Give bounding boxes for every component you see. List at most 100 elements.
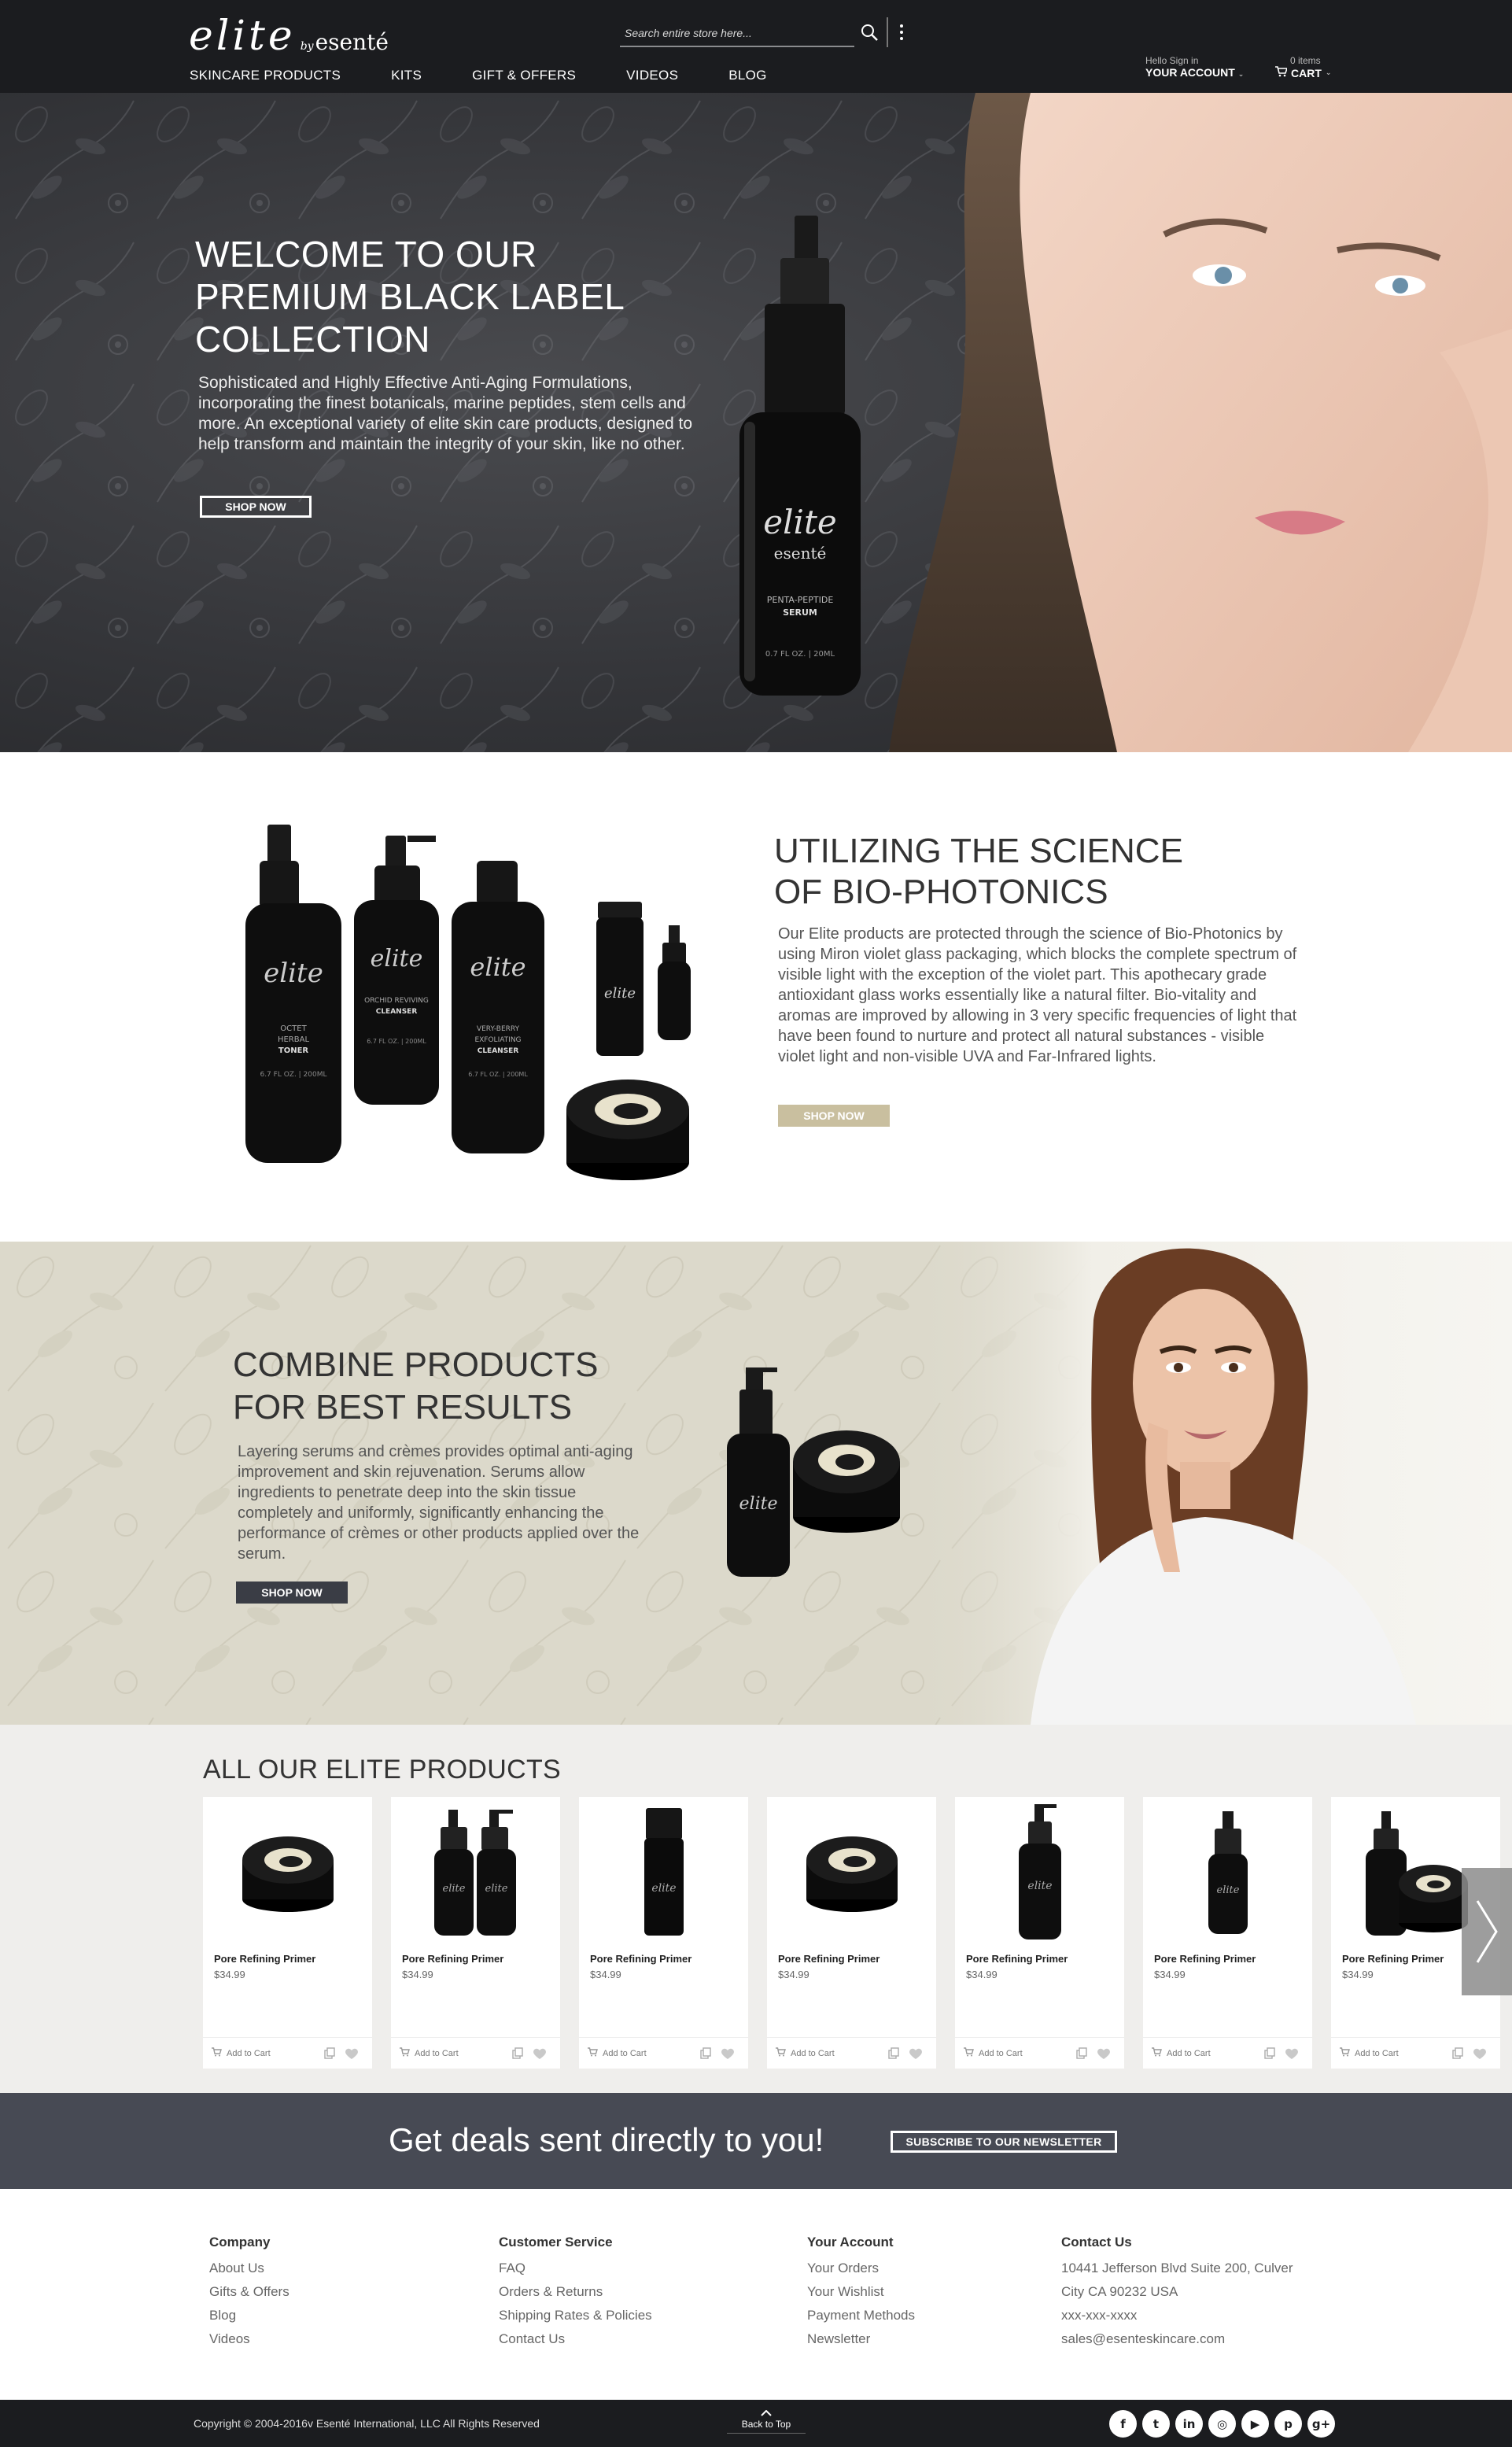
footer-link-blog[interactable]: Blog [209, 2304, 289, 2327]
product-card[interactable]: elite Pore Refining Primer $34.99 Add to Ca… [579, 1797, 748, 2069]
twitter-icon[interactable]: t [1142, 2410, 1170, 2438]
back-to-top-button[interactable]: Back to Top [727, 2408, 806, 2441]
footer-link-about-us[interactable]: About Us [209, 2257, 289, 2280]
bio-photonics-section: elite OCTET HERBAL TONER 6.7 FL OZ. | 20… [0, 752, 1512, 1242]
add-to-cart-button[interactable]: Add to Cart [963, 2047, 1023, 2059]
footer-link-wishlist[interactable]: Your Wishlist [807, 2280, 915, 2304]
compare-icon[interactable] [1451, 2047, 1464, 2064]
add-to-cart-label: Add to Cart [603, 2048, 647, 2058]
footer-link-payment-methods[interactable]: Payment Methods [807, 2304, 915, 2327]
youtube-icon[interactable]: ▶ [1241, 2410, 1269, 2438]
product-actions: Add to Cart [1143, 2037, 1312, 2069]
add-to-cart-button[interactable]: Add to Cart [399, 2047, 459, 2059]
heart-icon[interactable] [721, 2047, 735, 2064]
compare-icon[interactable] [1263, 2047, 1276, 2064]
heart-icon[interactable] [345, 2047, 359, 2064]
science-title-line: UTILIZING THE SCIENCE [774, 832, 1183, 870]
compare-icon[interactable] [1075, 2047, 1088, 2064]
product-name[interactable]: Pore Refining Primer [966, 1953, 1068, 1965]
products-carousel-section: ALL OUR ELITE PRODUCTS Pore Refining Pri… [0, 1725, 1512, 2093]
contact-address-line: City CA 90232 USA [1061, 2284, 1178, 2299]
product-name[interactable]: Pore Refining Primer [402, 1953, 503, 1965]
heart-icon[interactable] [909, 2047, 923, 2064]
footer-link-orders-returns[interactable]: Orders & Returns [499, 2280, 652, 2304]
brand-logo[interactable]: elite by esenté [189, 13, 389, 60]
svg-text:elite: elite [371, 945, 423, 973]
caret-down-icon: ⌄ [1237, 70, 1245, 78]
cart-menu[interactable]: 0 items CART ⌄ [1274, 55, 1331, 79]
product-image[interactable]: elite [1143, 1797, 1312, 1947]
linkedin-icon[interactable]: in [1175, 2410, 1203, 2438]
nav-skincare-products[interactable]: SKINCARE PRODUCTS [190, 68, 341, 83]
footer-link-faq[interactable]: FAQ [499, 2257, 652, 2280]
product-name[interactable]: Pore Refining Primer [778, 1953, 880, 1965]
compare-icon[interactable] [699, 2047, 712, 2064]
bottle-volume: 6.7 FL OZ. | 200ML [468, 1071, 528, 1078]
account-menu[interactable]: Hello Sign in YOUR ACCOUNT ⌄ [1145, 55, 1244, 79]
add-to-cart-button[interactable]: Add to Cart [1151, 2047, 1211, 2059]
product-image[interactable] [203, 1797, 372, 1947]
nav-blog[interactable]: BLOG [728, 68, 766, 83]
footer-link-gifts-offers[interactable]: Gifts & Offers [209, 2280, 289, 2304]
product-name[interactable]: Pore Refining Primer [1342, 1953, 1444, 1965]
footer-heading: Company [209, 2235, 271, 2250]
footer-account-column: Your Account Your Orders Your Wishlist P… [807, 2235, 915, 2351]
product-name[interactable]: Pore Refining Primer [590, 1953, 691, 1965]
compare-icon[interactable] [511, 2047, 524, 2064]
heart-icon[interactable] [1473, 2047, 1487, 2064]
nav-gift-offers[interactable]: GIFT & OFFERS [472, 68, 576, 83]
search-input[interactable] [620, 20, 854, 46]
product-name[interactable]: Pore Refining Primer [214, 1953, 315, 1965]
add-to-cart-button[interactable]: Add to Cart [1339, 2047, 1399, 2059]
product-image[interactable] [767, 1797, 936, 1947]
newsletter-text: Get deals sent directly to you! [389, 2121, 824, 2158]
footer-link-videos[interactable]: Videos [209, 2327, 289, 2351]
add-to-cart-button[interactable]: Add to Cart [211, 2047, 271, 2059]
footer-service-column: Customer Service FAQ Orders & Returns Sh… [499, 2235, 652, 2351]
combine-shop-now-button[interactable]: SHOP NOW [236, 1582, 348, 1604]
newsletter-banner: Get deals sent directly to you! SUBSCRIB… [0, 2093, 1512, 2189]
heart-icon[interactable] [1285, 2047, 1299, 2064]
facebook-icon[interactable]: f [1109, 2410, 1137, 2438]
nav-kits[interactable]: KITS [391, 68, 422, 83]
chevron-right-icon[interactable] [1462, 1868, 1512, 1995]
product-card[interactable]: elite elite Pore Refining Primer $34.99 Add … [391, 1797, 560, 2069]
contact-email[interactable]: sales@esenteskincare.com [1061, 2327, 1293, 2351]
product-card[interactable]: elite Pore Refining Primer $34.99 Add to Ca… [1143, 1797, 1312, 2069]
product-card[interactable]: Pore Refining Primer $34.99 Add to Cart [203, 1797, 372, 2069]
logo-by: by [300, 40, 314, 53]
hero-title-line: WELCOME TO OUR [195, 234, 537, 275]
pinterest-icon[interactable]: p [1274, 2410, 1302, 2438]
product-name[interactable]: Pore Refining Primer [1154, 1953, 1256, 1965]
footer-link-contact[interactable]: Contact Us [499, 2327, 652, 2351]
product-card[interactable]: Pore Refining Primer $34.99 Add to Cart [767, 1797, 936, 2069]
google-plus-icon[interactable]: g+ [1307, 2410, 1335, 2438]
compare-icon[interactable] [887, 2047, 900, 2064]
heart-icon[interactable] [1097, 2047, 1111, 2064]
product-image[interactable]: elite elite [391, 1797, 560, 1947]
compare-icon[interactable] [323, 2047, 336, 2064]
subscribe-newsletter-button[interactable]: SUBSCRIBE TO OUR NEWSLETTER [891, 2131, 1117, 2153]
nav-videos[interactable]: VIDEOS [626, 68, 678, 83]
add-to-cart-button[interactable]: Add to Cart [587, 2047, 647, 2059]
svg-text:elite: elite [470, 952, 526, 982]
footer-link-your-orders[interactable]: Your Orders [807, 2257, 915, 2280]
hero-shop-now-button[interactable]: SHOP NOW [200, 496, 312, 518]
instagram-icon[interactable]: ◎ [1208, 2410, 1236, 2438]
kebab-menu-icon[interactable] [894, 20, 909, 44]
product-image[interactable]: elite [579, 1797, 748, 1947]
footer-link-shipping[interactable]: Shipping Rates & Policies [499, 2304, 652, 2327]
footer-link-newsletter[interactable]: Newsletter [807, 2327, 915, 2351]
product-card[interactable]: elite Pore Refining Primer $34.99 Add to Ca… [955, 1797, 1124, 2069]
science-shop-now-button[interactable]: SHOP NOW [778, 1105, 890, 1127]
bottle-label-line: HERBAL [278, 1035, 309, 1044]
product-image[interactable]: elite [955, 1797, 1124, 1947]
heart-icon[interactable] [533, 2047, 547, 2064]
account-label: YOUR ACCOUNT [1145, 66, 1235, 79]
site-header: elite by esenté SKINCARE PRODUCTS KITS G… [0, 0, 1512, 93]
add-to-cart-button[interactable]: Add to Cart [775, 2047, 835, 2059]
search-icon[interactable] [859, 22, 881, 44]
add-to-cart-label: Add to Cart [415, 2048, 459, 2058]
add-to-cart-label: Add to Cart [1167, 2048, 1211, 2058]
svg-text:elite: elite [604, 985, 636, 1002]
